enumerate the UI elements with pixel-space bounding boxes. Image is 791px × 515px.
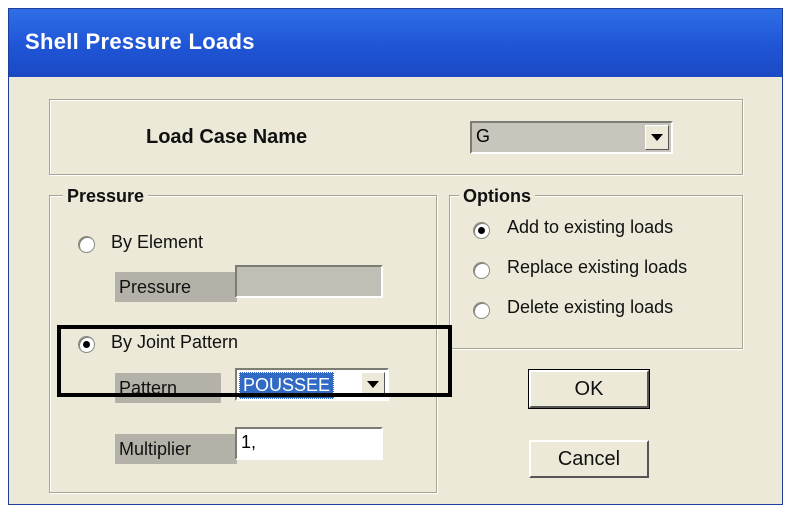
- multiplier-field[interactable]: 1,: [235, 427, 383, 460]
- title-bar[interactable]: Shell Pressure Loads: [9, 9, 782, 77]
- ok-button[interactable]: OK: [528, 369, 650, 409]
- pressure-label: Pressure: [115, 272, 237, 302]
- add-to-existing-label: Add to existing loads: [507, 217, 674, 237]
- load-case-label: Load Case Name: [146, 126, 308, 148]
- cancel-button[interactable]: Cancel: [529, 440, 649, 478]
- load-case-value: G: [476, 126, 491, 146]
- by-element-label: By Element: [111, 232, 204, 252]
- options-group-title: Options: [459, 186, 535, 207]
- replace-existing-label: Replace existing loads: [507, 257, 688, 277]
- delete-existing-radio[interactable]: [473, 302, 490, 319]
- by-element-radio[interactable]: [78, 236, 95, 253]
- pressure-group-title: Pressure: [63, 186, 149, 207]
- window-title: Shell Pressure Loads: [25, 29, 255, 54]
- delete-existing-label: Delete existing loads: [507, 297, 674, 317]
- dialog-body: Load Case Name G Pressure By Element Pre…: [9, 77, 782, 506]
- dropdown-arrow-icon[interactable]: [645, 125, 669, 150]
- highlight-annotation-box: [57, 325, 452, 397]
- shell-pressure-loads-dialog: Shell Pressure Loads Load Case Name G Pr…: [8, 8, 783, 505]
- add-to-existing-radio[interactable]: [473, 222, 490, 239]
- load-case-select[interactable]: G: [470, 121, 673, 154]
- multiplier-label: Multiplier: [115, 434, 237, 464]
- replace-existing-radio[interactable]: [473, 262, 490, 279]
- pressure-field[interactable]: [235, 265, 383, 298]
